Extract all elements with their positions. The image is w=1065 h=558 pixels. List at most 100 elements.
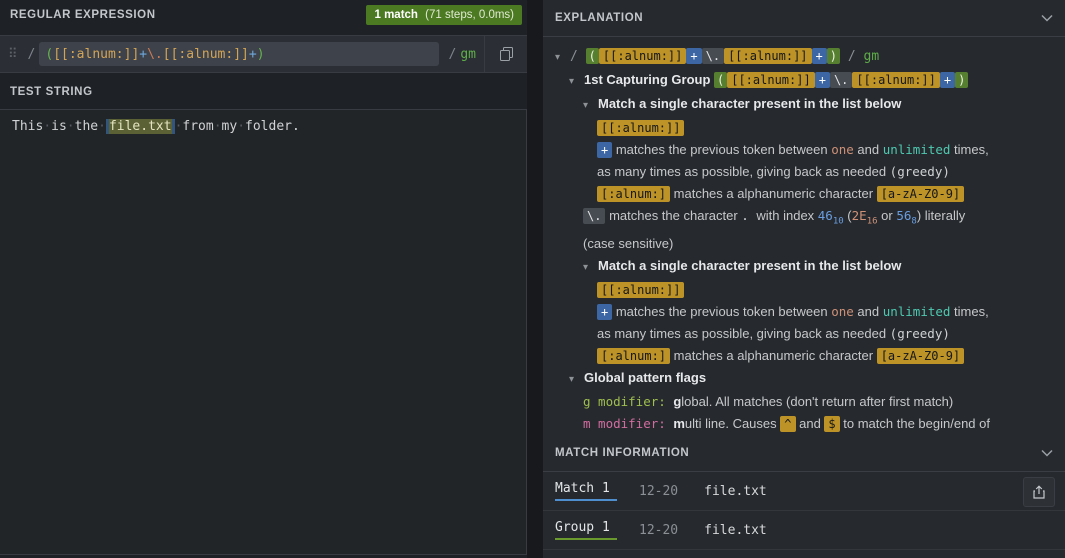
seg-mflag: m modifier:	[583, 415, 674, 431]
regex-delimiter-open: /	[27, 46, 36, 62]
seg-cc: $	[824, 415, 840, 432]
seg-mono: (greedy)	[889, 325, 950, 341]
test-word: from	[182, 119, 214, 134]
app-root: REGULAR EXPRESSION 1 match (71 steps, 0.…	[0, 0, 1065, 558]
regex-input-bar[interactable]: ⠿ / ([[:alnum:]] + \. [[:alnum:]] +) / gm	[0, 35, 527, 73]
drag-handle-icon[interactable]: ⠿	[0, 47, 24, 62]
seg-teal: unlimited	[882, 303, 951, 319]
seg-text: matches a alphanumeric character	[670, 347, 877, 363]
match-label[interactable]: Group 1	[555, 520, 617, 540]
tree-chevron-icon[interactable]: ▾	[569, 369, 584, 391]
match-count-text: 1 match	[374, 9, 418, 21]
seg-text: (	[843, 208, 852, 223]
explanation-line: + matches the previous token between one…	[555, 301, 1053, 323]
explanation-lines: ▾ / ([[:alnum:]] + \. [[:alnum:]] +) / gm ▾ 1st…	[543, 37, 1065, 435]
regex-token-plus: +	[139, 46, 148, 62]
explanation-line: g modifier: global. All matches (don't r…	[555, 391, 1053, 413]
test-word: folder.	[245, 119, 300, 134]
seg-text: to match the begin/end of	[839, 415, 990, 431]
whitespace-dot: ·	[66, 119, 75, 134]
whitespace-dot: ·	[43, 119, 52, 134]
match-info-title: MATCH INFORMATION	[555, 447, 690, 459]
test-word: the	[74, 119, 99, 134]
whitespace-dot: ·	[213, 119, 222, 134]
seg-teal: unlimited	[882, 142, 951, 157]
seg-b: Global pattern flags	[584, 369, 707, 385]
seg-plus: +	[814, 72, 830, 88]
regex-flags[interactable]: gm	[460, 47, 484, 62]
seg-blue: 4610	[817, 208, 844, 227]
seg-b: m	[673, 415, 685, 431]
seg-mono: .	[741, 208, 757, 223]
seg-text: times,	[950, 303, 989, 319]
seg-b: Match a single character present in the …	[598, 257, 902, 273]
export-button[interactable]	[1023, 477, 1055, 507]
test-string-editor[interactable]: This·is·the· file.txt ·from·my·folder.	[0, 109, 527, 555]
explanation-line: (case sensitive)	[555, 233, 1053, 255]
tree-chevron-icon[interactable]: ▾	[583, 257, 598, 279]
match-count-badge[interactable]: 1 match (71 steps, 0.0ms)	[366, 5, 522, 25]
seg-esc: \.	[701, 48, 725, 64]
regex-pattern[interactable]: ([[:alnum:]] + \. [[:alnum:]] +)	[39, 42, 439, 66]
tree-chevron-icon[interactable]: ▾	[569, 71, 584, 93]
chevron-down-icon[interactable]	[1041, 449, 1053, 457]
seg-text: as many times as possible, giving back a…	[597, 164, 890, 179]
explanation-line: [:alnum:] matches a alphanumeric charact…	[555, 345, 1053, 367]
seg-cc: [[:alnum:]]	[727, 72, 815, 88]
seg-cc: [a-zA-Z0-9]	[876, 347, 965, 364]
seg-orange: one	[831, 303, 854, 319]
seg-paren: )	[955, 72, 969, 88]
seg-text: and	[795, 415, 825, 431]
seg-paren: (	[585, 48, 599, 64]
seg-cc: [[:alnum:]]	[597, 120, 685, 136]
seg-text: as many times as possible, giving back a…	[597, 325, 890, 341]
chevron-down-icon[interactable]	[1041, 14, 1053, 22]
test-string-title: TEST STRING	[10, 86, 93, 98]
seg-cc: [[:alnum:]]	[597, 281, 685, 298]
match-steps-text: (71 steps, 0.0ms)	[425, 9, 514, 21]
seg-delim: /	[570, 49, 586, 64]
explanation-line: ▾ Global pattern flags	[555, 367, 1053, 391]
tree-chevron-icon[interactable]: ▾	[555, 47, 570, 69]
match-row[interactable]: Group 1 12-20 file.txt	[543, 511, 1065, 550]
seg-paren: (	[714, 72, 728, 88]
explanation-line: [:alnum:] matches a alphanumeric charact…	[555, 183, 1053, 205]
seg-text: with index	[756, 208, 818, 223]
whitespace-dot: ·	[237, 119, 246, 134]
regex-delimiter-close: /	[448, 46, 457, 62]
explanation-line: ▾ Match a single character present in the…	[555, 255, 1053, 279]
seg-plus: +	[597, 142, 613, 158]
explanation-line: ▾ / ([[:alnum:]] + \. [[:alnum:]] +) / gm	[555, 45, 1053, 69]
seg-cc: [:alnum:]	[597, 347, 671, 364]
test-word: is	[51, 119, 67, 134]
match-info-header[interactable]: MATCH INFORMATION	[543, 435, 1065, 472]
test-word: This	[12, 119, 44, 134]
explanation-line: as many times as possible, giving back a…	[555, 323, 1053, 345]
seg-mono: (greedy)	[889, 164, 950, 179]
match-row[interactable]: Match 1 12-20 file.txt	[543, 472, 1065, 511]
copy-button[interactable]	[484, 36, 527, 72]
explanation-line: ▾ 1st Capturing Group ([[:alnum:]] + \. [[:a…	[555, 69, 1053, 93]
seg-text: matches the character	[605, 208, 742, 223]
regular-expression-title: REGULAR EXPRESSION	[10, 9, 156, 21]
regex-section-header: REGULAR EXPRESSION 1 match (71 steps, 0.…	[0, 0, 527, 30]
left-panel: REGULAR EXPRESSION 1 match (71 steps, 0.…	[0, 0, 527, 558]
seg-esc: \.	[829, 72, 853, 88]
match-range: 12-20	[639, 522, 679, 538]
regex-token-cc: [[:alnum:]]	[53, 46, 140, 62]
explanation-header[interactable]: EXPLANATION	[543, 0, 1065, 37]
explanation-line: as many times as possible, giving back a…	[555, 161, 1053, 183]
match-label[interactable]: Match 1	[555, 481, 617, 501]
tree-chevron-icon[interactable]: ▾	[583, 95, 598, 117]
seg-text: matches the previous token between	[612, 303, 832, 319]
seg-plus: +	[939, 72, 956, 88]
match-value: file.txt	[704, 522, 767, 538]
seg-text: ulti line. Causes	[684, 415, 781, 431]
seg-b: 1st Capturing Group	[584, 72, 714, 87]
explanation-line: [[:alnum:]]	[555, 279, 1053, 301]
seg-delim: /	[840, 49, 864, 64]
regex-token-plus: +	[248, 46, 257, 62]
seg-text: matches the previous token between	[612, 142, 832, 157]
regex-token-cc: [[:alnum:]]	[162, 46, 249, 62]
seg-b: Match a single character present in the …	[598, 96, 902, 111]
